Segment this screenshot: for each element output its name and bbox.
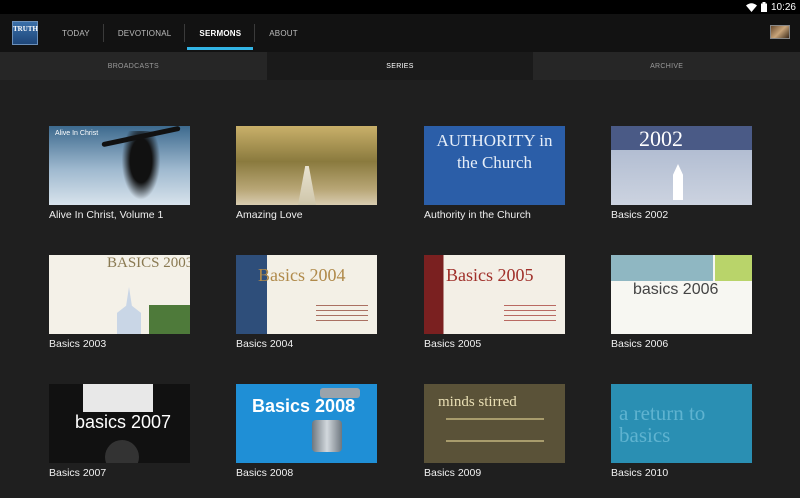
series-card[interactable]: Basics 2008 Basics 2008 <box>236 384 377 479</box>
series-card[interactable]: Basics 2004 Basics 2004 <box>236 255 377 350</box>
series-thumbnail: minds stirred <box>424 384 565 463</box>
series-thumbnail: AUTHORITY in the Church <box>424 126 565 205</box>
status-bar: 10:26 <box>0 0 800 14</box>
subtab-series[interactable]: SERIES <box>266 52 534 80</box>
tab-about[interactable]: ABOUT <box>255 14 312 52</box>
series-title: Basics 2003 <box>49 338 107 350</box>
series-card[interactable]: a return to basics Basics 2010 <box>611 384 752 479</box>
battery-icon <box>760 2 767 12</box>
series-card[interactable]: AUTHORITY in the Church Authority in the… <box>424 126 565 221</box>
series-card[interactable]: minds stirred Basics 2009 <box>424 384 565 479</box>
thumb-text: 2002 <box>639 126 683 151</box>
thumb-text: a return to basics <box>619 401 706 447</box>
series-thumbnail: Alive In Christ <box>49 126 190 205</box>
thumb-text: Basics 2008 <box>252 396 356 416</box>
subtab-broadcasts[interactable]: BROADCASTS <box>0 52 267 80</box>
series-card[interactable]: 2002 Basics 2002 <box>611 126 752 221</box>
series-title: Basics 2005 <box>424 338 482 350</box>
series-title: Basics 2008 <box>236 467 294 479</box>
logo-text: TRUTH <box>13 25 38 33</box>
series-thumbnail: Basics 2004 <box>236 255 377 334</box>
tab-label: TODAY <box>62 28 90 38</box>
clock: 10:26 <box>770 1 796 13</box>
thumb-text: AUTHORITY in the Church <box>436 131 553 172</box>
series-thumbnail: BASICS 2003 <box>49 255 190 334</box>
series-thumbnail: a return to basics <box>611 384 752 463</box>
series-title: Basics 2010 <box>611 467 669 479</box>
series-title: Authority in the Church <box>424 209 531 221</box>
thumb-text: basics 2006 <box>633 281 719 298</box>
account-thumbnail[interactable] <box>770 25 790 39</box>
thumb-text: minds stirred <box>438 394 517 410</box>
action-bar: TRUTH TODAY DEVOTIONAL SERMONS ABOUT <box>0 14 800 52</box>
series-card[interactable]: basics 2006 Basics 2006 <box>611 255 752 350</box>
thumb-text: Basics 2004 <box>258 265 346 285</box>
thumb-text: basics 2007 <box>75 412 172 433</box>
subtab-label: ARCHIVE <box>650 62 684 70</box>
series-thumbnail: Basics 2005 <box>424 255 565 334</box>
wifi-icon <box>745 2 757 12</box>
series-thumbnail: 2002 <box>611 126 752 205</box>
tab-today[interactable]: TODAY <box>48 14 104 52</box>
series-title: Basics 2009 <box>424 467 482 479</box>
series-card[interactable]: Amazing Love <box>236 126 377 221</box>
series-title: Alive In Christ, Volume 1 <box>49 209 164 221</box>
thumb-text: Alive In Christ <box>55 130 99 137</box>
series-card[interactable]: Alive In Christ Alive In Christ, Volume … <box>49 126 190 221</box>
subtab-label: BROADCASTS <box>107 62 159 70</box>
subtab-bar: BROADCASTS SERIES ARCHIVE <box>0 52 800 80</box>
subtab-archive[interactable]: ARCHIVE <box>533 52 800 80</box>
series-card[interactable]: Basics 2005 Basics 2005 <box>424 255 565 350</box>
series-title: Basics 2007 <box>49 467 107 479</box>
tab-label: ABOUT <box>269 28 298 38</box>
series-thumbnail <box>236 126 377 205</box>
series-thumbnail: basics 2006 <box>611 255 752 334</box>
series-title: Basics 2006 <box>611 338 669 350</box>
series-card[interactable]: basics 2007 Basics 2007 <box>49 384 190 479</box>
tab-devotional[interactable]: DEVOTIONAL <box>104 14 186 52</box>
thumb-text: BASICS 2003 <box>107 255 190 271</box>
thumb-text: Basics 2005 <box>446 265 534 285</box>
app-logo[interactable]: TRUTH <box>12 21 38 45</box>
tab-label: DEVOTIONAL <box>117 28 172 38</box>
subtab-label: SERIES <box>386 62 414 70</box>
series-thumbnail: Basics 2008 <box>236 384 377 463</box>
tab-sermons[interactable]: SERMONS <box>185 14 256 52</box>
tab-label: SERMONS <box>199 28 242 38</box>
series-thumbnail: basics 2007 <box>49 384 190 463</box>
series-card[interactable]: BASICS 2003 Basics 2003 <box>49 255 190 350</box>
series-title: Amazing Love <box>236 209 303 221</box>
series-title: Basics 2004 <box>236 338 294 350</box>
series-title: Basics 2002 <box>611 209 669 221</box>
